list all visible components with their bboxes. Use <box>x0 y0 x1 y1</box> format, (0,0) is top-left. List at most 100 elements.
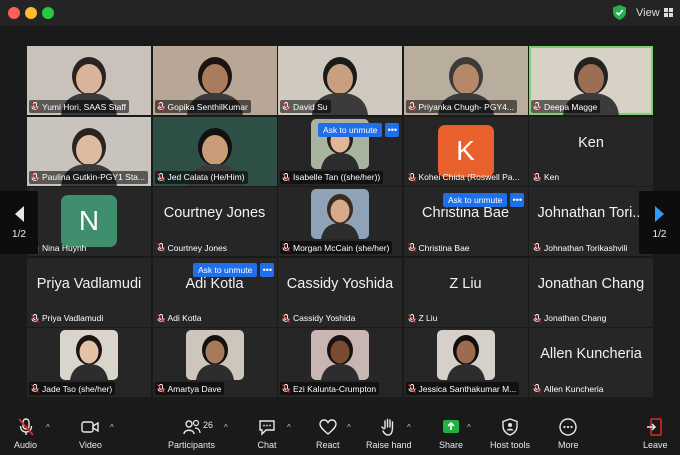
chat-options-caret-icon[interactable]: ^ <box>287 423 291 432</box>
participant-tile[interactable]: Morgan McCain (she/her) <box>278 187 402 256</box>
gallery-grid: Yumi Hori, SAAS Staff Gopika SenthilKumar… <box>27 46 653 398</box>
participant-name: Adi Kotla <box>167 313 202 323</box>
participant-display-name: Allen Kuncheria <box>540 346 642 362</box>
participant-name: Jessica Santhakumar M... <box>418 383 517 394</box>
audio-options-caret-icon[interactable]: ^ <box>46 423 50 432</box>
close-window-button[interactable] <box>8 7 20 19</box>
participant-name-tag: Courtney Jones <box>155 241 231 254</box>
participant-tile[interactable]: Paulina Gutkin-PGY1 Sta... <box>27 116 151 186</box>
participant-name: Z Liu <box>418 313 438 323</box>
next-page-button[interactable]: 1/2 <box>639 191 680 254</box>
participant-tile[interactable]: Gopika SenthilKumar <box>152 46 277 115</box>
participant-tile[interactable]: David Su <box>278 46 402 115</box>
participant-name-tag: Gopika SenthilKumar <box>154 100 251 113</box>
participant-tile[interactable]: Johnathan Tori... Johnathan Torikashvili <box>529 187 653 256</box>
ask-to-unmute-control: Ask to unmute ••• <box>318 123 400 137</box>
more-options-button[interactable]: ••• <box>385 123 400 137</box>
leave-door-icon <box>647 418 663 436</box>
participant-tile[interactable]: Jonathan Chang Jonathan Chang <box>529 257 653 327</box>
participant-name-tag: David Su <box>280 100 331 113</box>
video-label: Video <box>79 440 102 450</box>
participant-tile[interactable]: Priya Vadlamudi Priya Vadlamudi <box>27 257 151 327</box>
participant-name-tag: Adi Kotla <box>155 312 205 325</box>
encryption-shield-icon[interactable] <box>613 5 626 20</box>
audio-button[interactable]: Audio <box>14 417 37 450</box>
participant-tile[interactable]: Courtney Jones Courtney Jones <box>152 187 277 256</box>
participants-options-caret-icon[interactable]: ^ <box>224 423 228 432</box>
participant-name-tag: Yumi Hori, SAAS Staff <box>29 100 129 113</box>
muted-mic-icon <box>31 172 39 182</box>
view-label: View <box>636 6 660 19</box>
host-shield-icon <box>502 418 518 436</box>
participant-name-tag: Ezi Kalunta-Crumpton <box>280 382 380 395</box>
react-button[interactable]: React <box>316 417 340 450</box>
muted-mic-icon <box>156 243 165 252</box>
chat-button[interactable]: Chat <box>257 417 277 450</box>
participant-name: Ken <box>544 172 560 182</box>
more-button[interactable]: More <box>558 417 579 450</box>
muted-mic-icon <box>282 243 290 252</box>
participant-name: Allen Kuncheria <box>544 383 604 394</box>
participant-name-tag: Jessica Santhakumar M... <box>405 382 520 395</box>
participant-tile[interactable]: Cassidy Yoshida Cassidy Yoshida <box>278 257 402 327</box>
muted-mic-icon <box>156 384 165 393</box>
participant-tile[interactable]: N Nina Huynh <box>27 187 151 256</box>
participant-tile[interactable]: Ezi Kalunta-Crumpton <box>278 328 402 397</box>
video-options-caret-icon[interactable]: ^ <box>110 423 114 432</box>
more-options-button[interactable]: ••• <box>260 263 275 277</box>
ask-to-unmute-button[interactable]: Ask to unmute <box>193 263 258 277</box>
share-label: Share <box>439 440 464 450</box>
participant-tile[interactable]: Allen Kuncheria Allen Kuncheria <box>529 328 653 397</box>
participant-tile[interactable]: Priyanka Chugh- PGY4... <box>403 46 528 115</box>
video-button[interactable]: Video <box>79 417 102 450</box>
participant-name-tag: Jonathan Chang <box>531 312 609 325</box>
minimize-window-button[interactable] <box>25 7 37 19</box>
profile-photo <box>60 330 118 380</box>
leave-button[interactable]: Leave <box>643 417 668 450</box>
share-options-caret-icon[interactable]: ^ <box>467 423 471 432</box>
participant-name-tag: Johnathan Torikashvili <box>531 241 630 254</box>
host-tools-button[interactable]: Host tools <box>490 417 530 450</box>
muted-mic-icon <box>407 313 416 323</box>
participant-name: Isabelle Tan ((she/her)) <box>293 172 381 182</box>
participant-name-tag: Priyanka Chugh- PGY4... <box>405 100 517 113</box>
participant-name-tag: Cassidy Yoshida <box>280 312 358 325</box>
ask-to-unmute-button[interactable]: Ask to unmute <box>318 123 383 137</box>
participant-name: David Su <box>293 101 328 112</box>
participants-label: Participants <box>168 440 216 450</box>
participant-tile[interactable]: Jessica Santhakumar M... <box>403 328 528 397</box>
participant-tile[interactable]: Yumi Hori, SAAS Staff <box>27 46 151 115</box>
muted-mic-icon <box>282 172 290 182</box>
raise-hand-button[interactable]: Raise hand <box>366 417 412 450</box>
zoom-window-button[interactable] <box>42 7 54 19</box>
participant-tile[interactable]: Z Liu Z Liu <box>403 257 528 327</box>
profile-photo <box>436 330 495 380</box>
share-button[interactable]: Share <box>439 417 463 450</box>
participant-display-name: Johnathan Tori... <box>537 205 645 221</box>
participant-tile[interactable]: K Kohei Chida (Roswell Pa... <box>403 116 528 186</box>
leave-label: Leave <box>643 440 668 450</box>
participant-tile[interactable]: Jed Calata (He/Him) <box>152 116 277 186</box>
participant-name-tag: Morgan McCain (she/her) <box>280 241 393 254</box>
participant-name: Paulina Gutkin-PGY1 Sta... <box>42 172 145 182</box>
participant-name-tag: Z Liu <box>406 312 441 325</box>
participant-tile[interactable]: Jade Tso (she/her) <box>27 328 151 397</box>
participant-name-tag: Jed Calata (He/Him) <box>154 170 248 184</box>
participant-name-tag: Priya Vadlamudi <box>29 312 106 325</box>
react-options-caret-icon[interactable]: ^ <box>347 423 351 432</box>
ask-to-unmute-button[interactable]: Ask to unmute <box>443 193 508 207</box>
previous-page-button[interactable]: 1/2 <box>0 191 38 254</box>
participant-name: Jade Tso (she/her) <box>42 383 113 394</box>
participant-tile[interactable]: Ken Ken <box>529 116 653 186</box>
raise-hand-options-caret-icon[interactable]: ^ <box>407 423 411 432</box>
participant-display-name: Cassidy Yoshida <box>286 275 394 292</box>
more-options-button[interactable]: ••• <box>510 193 525 207</box>
participant-display-name: Ken <box>578 134 604 151</box>
view-button[interactable]: View <box>636 4 673 21</box>
participant-tile[interactable]: Deepa Magge <box>529 46 653 115</box>
participant-tile[interactable]: Amartya Dave <box>152 328 277 397</box>
page-indicator-right: 1/2 <box>652 229 667 240</box>
participant-name: Priya Vadlamudi <box>42 313 104 323</box>
muted-mic-icon <box>156 102 165 111</box>
more-label: More <box>558 440 579 450</box>
